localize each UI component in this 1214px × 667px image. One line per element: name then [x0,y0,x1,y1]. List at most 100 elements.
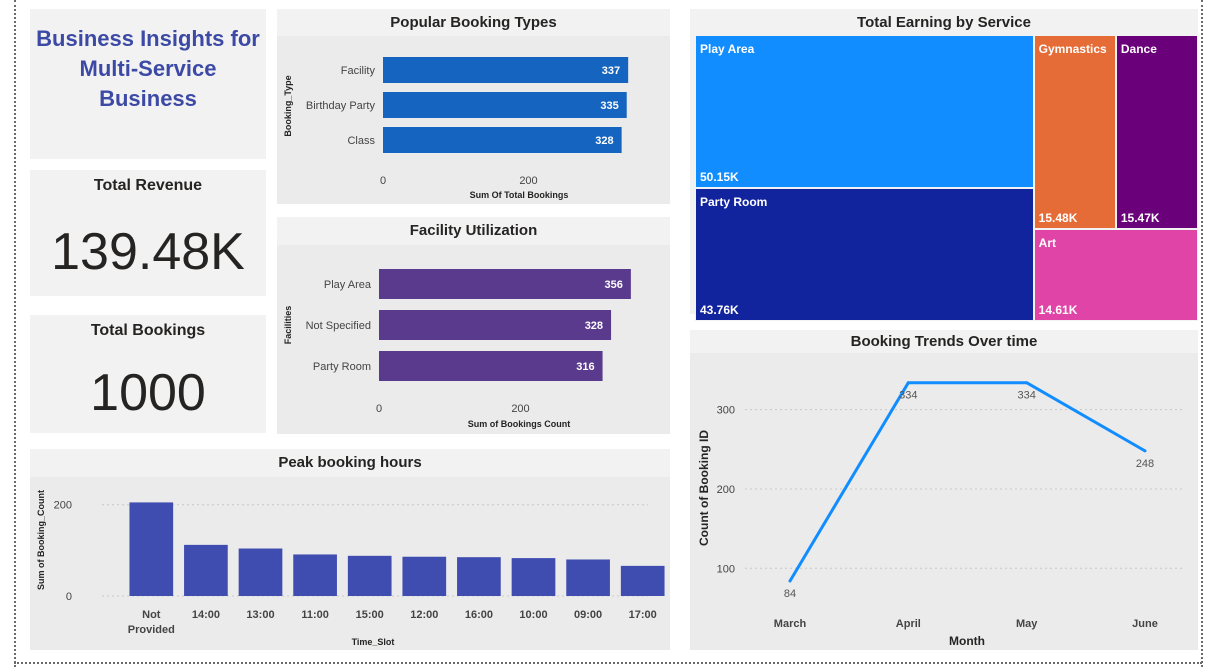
trend-data-point [788,579,792,583]
trend-x-tick: April [896,618,921,630]
total-bookings-value: 1000 [90,364,206,422]
peak-x-tick-label: 12:00 [410,609,438,621]
facility-category-label: Not Specified [306,320,371,332]
peak-x-tick-label: 14:00 [192,609,220,621]
trend-data-label: 84 [784,588,796,600]
treemap-area: Play Area 50.15K Party Room 43.76K Gymnastic… [695,35,1198,321]
peak-bar [566,559,610,596]
total-bookings-label: Total Bookings [90,322,206,339]
treemap-tile-art[interactable]: Art 14.61K [1033,229,1198,321]
peak-bar [184,544,228,596]
title-line-1: Business Insights for [36,26,260,51]
treemap-tile-party-room[interactable]: Party Room 43.76K [695,187,1034,321]
peak-y-axis-title: Sum of Booking_Count [36,490,46,590]
peak-bar [347,555,392,596]
treemap-tile-dance[interactable]: Dance 15.47K [1115,35,1198,230]
treemap-category-label: Play Area [700,42,755,56]
peak-y-tick: 200 [54,500,72,512]
peak-x-tick-label: 13:00 [246,609,274,621]
total-revenue-value: 139.48K [51,223,245,281]
trend-data-label: 248 [1136,458,1154,470]
peak-bar [129,502,174,596]
facility-value-label: 316 [576,361,594,373]
peak-booking-hours-svg: 0 200 Not Provided 14:00 13:00 11:00 15:00 12:00… [36,490,665,647]
frame-right-border [1201,0,1203,667]
trend-data-label: 334 [899,390,917,402]
title-line-2: Multi-Service [79,56,217,81]
treemap-value-label: 15.48K [1038,211,1078,226]
popular-category-label: Class [347,135,375,147]
popular-x-tick: 0 [380,175,386,187]
popular-value-label: 337 [602,65,620,77]
treemap-value-label: 15.47K [1120,211,1160,226]
treemap-category-label: Dance [1120,42,1157,56]
total-revenue-label: Total Revenue [93,177,203,194]
popular-category-label: Facility [341,65,376,77]
trend-y-tick: 200 [717,484,735,496]
trend-data-point [1025,381,1029,385]
treemap-category-label: Gymnastics [1038,42,1107,56]
trend-series-line [788,381,1146,582]
popular-bar [383,92,627,118]
treemap-value-label: 14.61K [1038,302,1078,317]
facility-bar [379,351,603,381]
popular-x-axis-title: Sum Of Total Bookings [470,190,569,200]
peak-bar [620,565,665,596]
peak-bar [511,558,556,596]
peak-x-tick-label: 15:00 [356,609,384,621]
peak-x-tick-label: 10:00 [519,609,547,621]
peak-bar [238,548,283,596]
peak-x-tick-label: 11:00 [301,609,329,621]
popular-bar [383,127,622,153]
peak-x-tick-label: 09:00 [574,609,602,621]
title-card: Business Insights for Multi-Service Busi… [30,9,266,159]
popular-value-label: 328 [595,135,613,147]
popular-bar [383,57,629,83]
trend-data-point [906,381,910,385]
earning-by-service-title: Total Earning by Service [690,9,1198,36]
total-revenue-card[interactable]: Total Revenue 139.48K [30,170,266,296]
trend-y-tick: 300 [717,405,735,417]
popular-value-label: 335 [600,100,618,112]
facility-y-axis-title: Facilities [283,306,293,345]
facility-utilization-svg: Play Area 356 Not Specified 328 Party Room 31… [283,269,631,429]
peak-booking-hours-chart[interactable]: Peak booking hours 0 200 Not Provided 14:00 1… [30,449,670,650]
trend-y-axis-title: Count of Booking ID [697,430,711,546]
frame-bottom-border [14,662,1202,664]
peak-x-tick-label: Not Provided [128,609,175,636]
treemap-tile-play-area[interactable]: Play Area 50.15K [695,35,1034,188]
popular-y-axis-title: Booking_Type [283,75,293,136]
facility-x-tick: 200 [511,403,529,415]
peak-bar [293,554,337,596]
peak-bar [402,556,447,596]
total-bookings-card[interactable]: Total Bookings 1000 [30,315,266,433]
treemap-value-label: 50.15K [700,169,739,184]
booking-trends-chart[interactable]: Booking Trends Over time 100 200 300 84 Marc… [690,330,1198,650]
trend-data-label: 334 [1017,390,1035,402]
dashboard-title: Business Insights for Multi-Service Busi… [30,24,266,114]
peak-x-tick-label: 17:00 [629,609,657,621]
facility-value-label: 328 [585,320,603,332]
peak-x-tick-label: 16:00 [465,609,493,621]
treemap-tile-gymnastics[interactable]: Gymnastics 15.48K [1033,35,1116,230]
trend-x-tick: March [774,618,807,630]
popular-x-tick: 200 [519,175,537,187]
facility-category-label: Play Area [324,279,372,291]
facility-category-label: Party Room [313,361,371,373]
peak-y-tick: 0 [66,591,72,603]
popular-booking-types-svg: Facility 337 Birthday Party 335 Class 328 0 200… [283,57,629,200]
popular-category-label: Birthday Party [306,100,376,112]
facility-utilization-chart[interactable]: Facility Utilization Play Area 356 Not Spe… [277,217,670,434]
facility-value-label: 356 [605,279,623,291]
peak-bar [457,557,501,596]
facility-bar [379,269,631,299]
earning-by-service-chart[interactable]: Total Earning by Service Play Area 50.15K… [690,9,1198,321]
treemap-value-label: 43.76K [700,302,739,317]
facility-bar [379,310,612,340]
facility-x-axis-title: Sum of Bookings Count [468,419,571,429]
treemap-category-label: Art [1038,236,1057,251]
popular-booking-types-chart[interactable]: Popular Booking Types Facility 337 Birthda… [277,9,670,204]
peak-x-axis-title: Time_Slot [352,637,395,647]
facility-x-tick: 0 [376,403,382,415]
trend-x-tick: May [1016,618,1038,630]
